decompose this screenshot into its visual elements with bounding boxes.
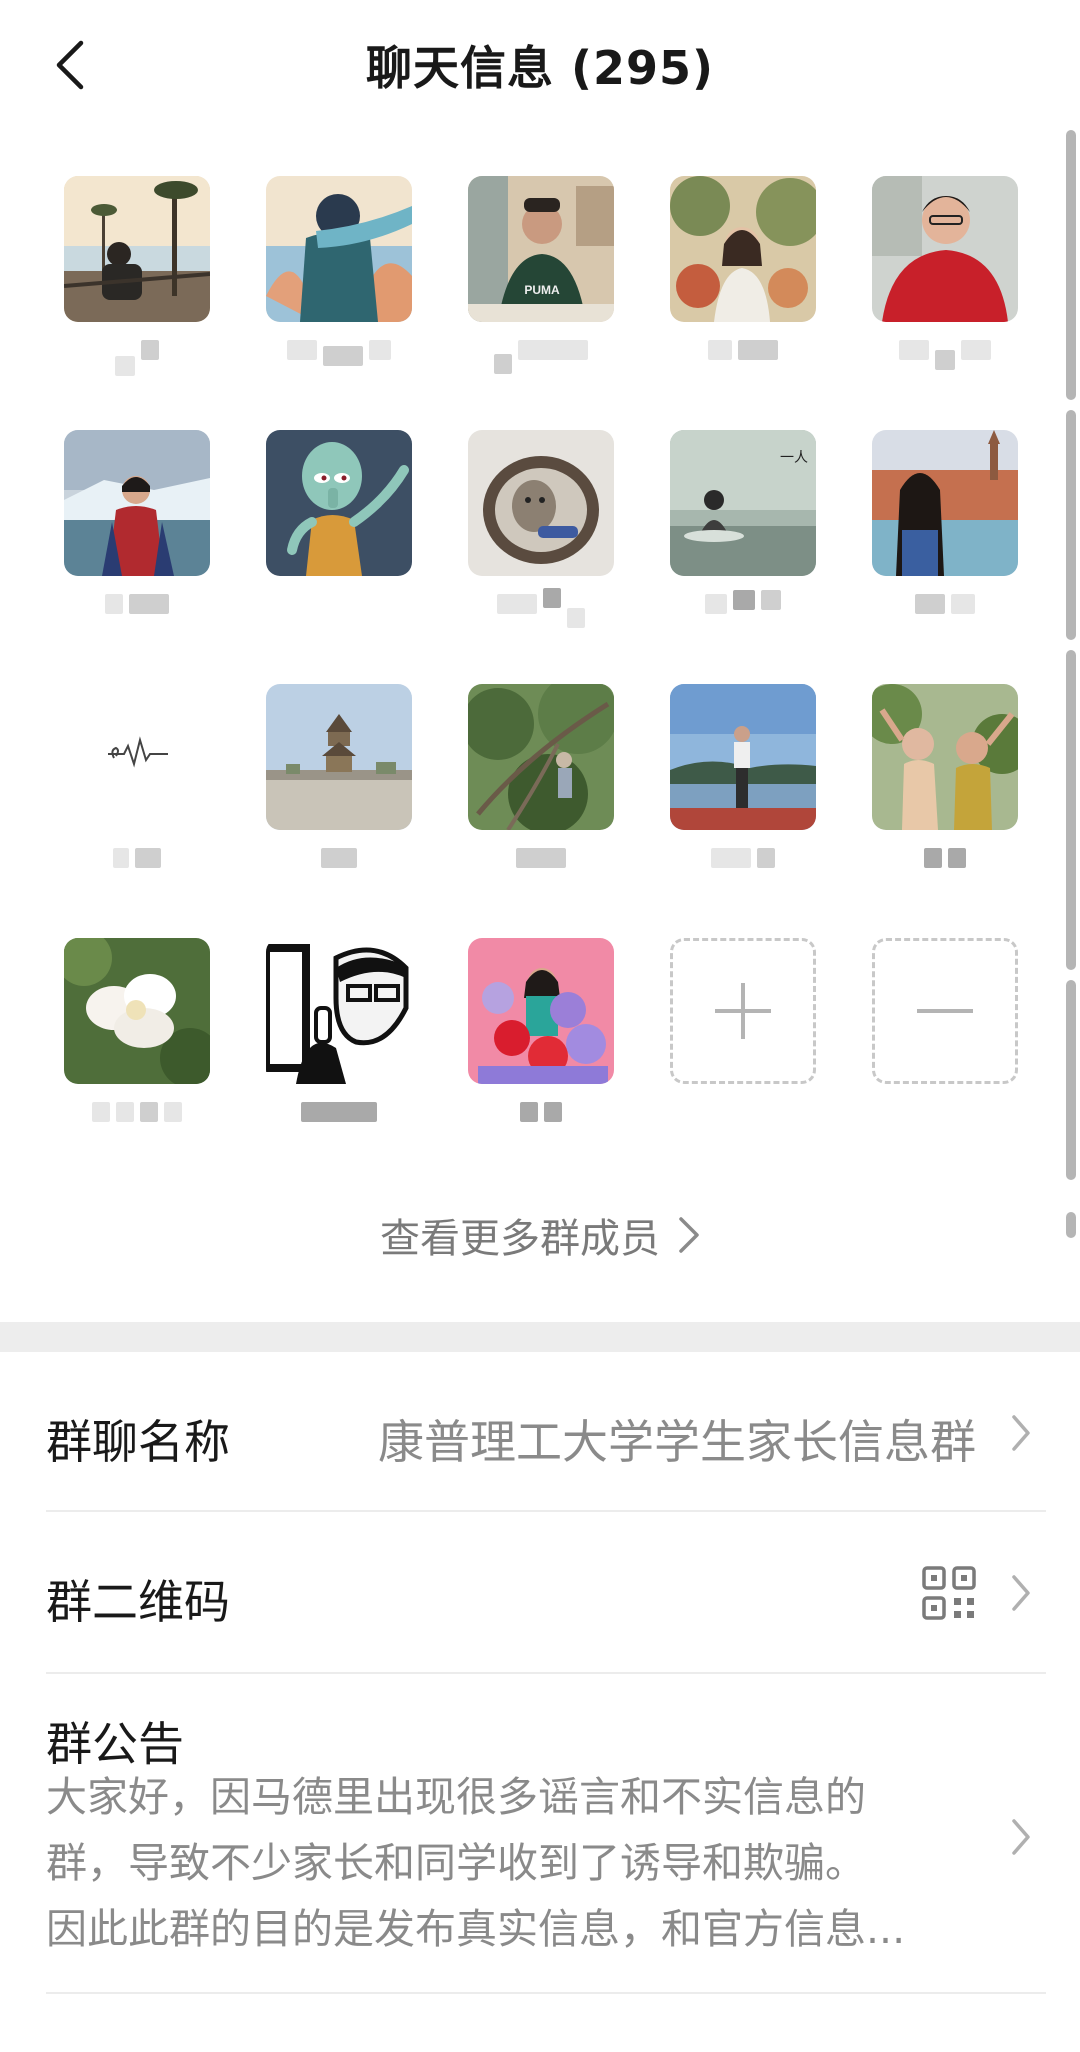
- member-avatar: [468, 684, 614, 830]
- member-avatar: [872, 684, 1018, 830]
- member-item[interactable]: PUMA: [468, 170, 614, 374]
- group-notice-chevron: [1006, 1814, 1036, 1860]
- member-avatar: [266, 176, 412, 322]
- group-name-value: 康普理工大学学生家长信息群: [378, 1415, 976, 1469]
- member-avatar: [64, 938, 210, 1084]
- member-name: [256, 848, 422, 884]
- notice-line: 大家好，因马德里出现很多谣言和不实信息的: [46, 1773, 866, 1821]
- qr-code-icon: [922, 1566, 976, 1620]
- minus-icon: [917, 1009, 973, 1013]
- member-name: [660, 340, 826, 376]
- member-item[interactable]: [872, 170, 1018, 370]
- member-item[interactable]: [468, 678, 614, 878]
- chevron-right-icon: [1012, 1819, 1030, 1855]
- notice-line: 因此此群的目的是发布真实信息，和官方信息...: [46, 1905, 906, 1953]
- member-name: [54, 1102, 220, 1138]
- nav-bar: 聊天信息 (295): [0, 0, 1080, 130]
- member-name: [458, 848, 624, 884]
- chevron-right-icon: [679, 1217, 699, 1253]
- member-avatar: [64, 176, 210, 322]
- group-name-row[interactable]: 群聊名称 康普理工大学学生家长信息群: [46, 1352, 1046, 1512]
- member-name: [458, 588, 624, 630]
- member-name: [256, 1102, 422, 1138]
- member-name: [660, 848, 826, 884]
- group-notice-row[interactable]: 群公告 大家好，因马德里出现很多谣言和不实信息的 群，导致不少家长和同学收到了诱…: [46, 1674, 1046, 1994]
- group-name-label: 群聊名称: [46, 1415, 230, 1469]
- member-item[interactable]: [64, 424, 210, 624]
- member-item[interactable]: [64, 170, 210, 376]
- member-avatar: [64, 430, 210, 576]
- member-item[interactable]: [670, 678, 816, 878]
- view-more-members-link[interactable]: 查看更多群成员: [0, 1205, 1080, 1265]
- member-avatar: [872, 176, 1018, 322]
- member-avatar: [64, 684, 210, 830]
- remove-member-button[interactable]: [872, 932, 1018, 1132]
- member-item[interactable]: [64, 932, 210, 1132]
- member-item[interactable]: [468, 932, 614, 1132]
- member-item[interactable]: [266, 170, 412, 370]
- group-notice-text: 大家好，因马德里出现很多谣言和不实信息的 群，导致不少家长和同学收到了诱导和欺骗…: [46, 1764, 966, 1962]
- member-avatar: [670, 684, 816, 830]
- member-name: [862, 594, 1028, 630]
- member-avatar: [266, 684, 412, 830]
- chevron-right-icon: [1012, 1575, 1030, 1611]
- group-name-chevron: [1006, 1410, 1036, 1456]
- scrollbar[interactable]: [1066, 130, 1076, 1240]
- member-name: [54, 594, 220, 630]
- member-avatar: 一人: [670, 430, 816, 576]
- section-divider: [0, 1322, 1080, 1352]
- add-member-tile[interactable]: [670, 938, 816, 1084]
- svg-text:一人: 一人: [780, 450, 808, 466]
- member-item[interactable]: [872, 424, 1018, 624]
- chevron-right-icon: [1012, 1415, 1030, 1451]
- svg-text:PUMA: PUMA: [524, 283, 560, 297]
- member-name: [862, 848, 1028, 884]
- group-qr-chevron: [1006, 1570, 1036, 1616]
- member-avatar: [266, 938, 412, 1084]
- member-name: [54, 340, 220, 376]
- member-avatar: [468, 430, 614, 576]
- member-item[interactable]: 一人: [670, 424, 816, 624]
- member-name: [458, 1102, 624, 1138]
- member-item[interactable]: [468, 424, 614, 628]
- plus-icon: [715, 983, 771, 1039]
- member-item[interactable]: [266, 932, 412, 1132]
- member-avatar: [670, 176, 816, 322]
- member-name: [54, 848, 220, 884]
- member-item[interactable]: [266, 678, 412, 878]
- member-name: [660, 590, 826, 630]
- member-name: [256, 340, 422, 376]
- page-title: 聊天信息 (295): [365, 41, 715, 95]
- remove-member-tile[interactable]: [872, 938, 1018, 1084]
- member-name: [458, 340, 624, 376]
- member-item[interactable]: [872, 678, 1018, 878]
- member-avatar: PUMA: [468, 176, 614, 322]
- add-member-button[interactable]: [670, 932, 816, 1132]
- group-qr-label: 群二维码: [46, 1575, 230, 1629]
- member-item[interactable]: [64, 678, 210, 878]
- member-name: [862, 340, 1028, 376]
- member-avatar: [266, 430, 412, 576]
- member-avatar: [468, 938, 614, 1084]
- group-qr-row[interactable]: 群二维码: [46, 1512, 1046, 1674]
- notice-line: 群，导致不少家长和同学收到了诱导和欺骗。: [46, 1839, 866, 1887]
- member-name: [256, 594, 422, 630]
- view-more-members-label: 查看更多群成员: [380, 1216, 660, 1262]
- member-item[interactable]: [670, 170, 816, 370]
- member-avatar: [872, 430, 1018, 576]
- member-item[interactable]: [266, 424, 412, 624]
